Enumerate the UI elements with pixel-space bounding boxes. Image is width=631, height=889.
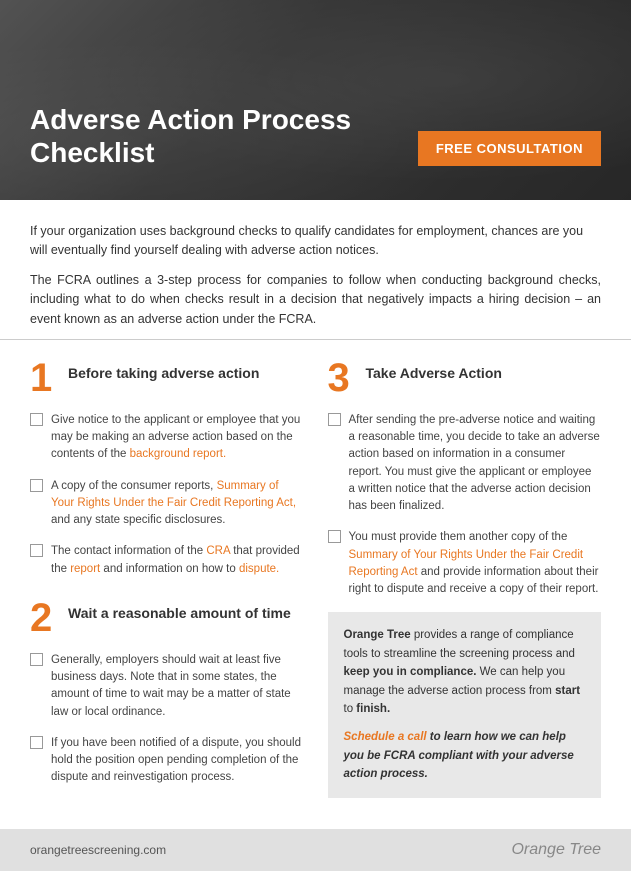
- section1-item-1: Give notice to the applicant or employee…: [30, 412, 304, 464]
- checkbox-1[interactable]: [30, 413, 43, 426]
- hero-title: Adverse Action Process Checklist: [30, 103, 351, 170]
- section1-number: 1: [30, 358, 58, 398]
- checkbox-7[interactable]: [328, 530, 341, 543]
- schedule-link[interactable]: Schedule a call: [344, 731, 427, 743]
- section2-item-1-text: Generally, employers should wait at leas…: [51, 652, 304, 721]
- intro-paragraph-1: If your organization uses background che…: [30, 222, 601, 261]
- section1-item-2: A copy of the consumer reports, Summary …: [30, 478, 304, 530]
- section3-item-2: You must provide them another copy of th…: [328, 529, 602, 598]
- free-consultation-button[interactable]: FREE CONSULTATION: [418, 131, 601, 166]
- hero-section: Adverse Action Process Checklist FREE CO…: [0, 0, 631, 200]
- main-content: 1 Before taking adverse action Give noti…: [0, 358, 631, 811]
- right-column: 3 Take Adverse Action After sending the …: [328, 358, 602, 801]
- section1-header: 1 Before taking adverse action: [30, 358, 304, 398]
- section2-item-2: If you have been notified of a dispute, …: [30, 735, 304, 787]
- section2-header: 2 Wait a reasonable amount of time: [30, 598, 304, 638]
- section1-title: Before taking adverse action: [68, 358, 259, 382]
- section3-item-1-text: After sending the pre-adverse notice and…: [349, 412, 602, 516]
- hero-content: Adverse Action Process Checklist FREE CO…: [0, 0, 631, 200]
- section3-header: 3 Take Adverse Action: [328, 358, 602, 398]
- footer-brand: Orange Tree: [511, 841, 601, 859]
- checkbox-5[interactable]: [30, 736, 43, 749]
- section1-item-2-text: A copy of the consumer reports, Summary …: [51, 478, 304, 530]
- section3-title: Take Adverse Action: [366, 358, 502, 382]
- left-column: 1 Before taking adverse action Give noti…: [30, 358, 304, 801]
- info-box-body: Orange Tree provides a range of complian…: [344, 626, 586, 718]
- footer-website: orangetreescreening.com: [30, 843, 166, 857]
- info-box: Orange Tree provides a range of complian…: [328, 612, 602, 797]
- intro-paragraph-2: The FCRA outlines a 3-step process for c…: [30, 271, 601, 329]
- section2-item-1: Generally, employers should wait at leas…: [30, 652, 304, 721]
- checkbox-4[interactable]: [30, 653, 43, 666]
- section1-item-3: The contact information of the CRA that …: [30, 543, 304, 578]
- section1-item-3-text: The contact information of the CRA that …: [51, 543, 304, 578]
- section2-item-2-text: If you have been notified of a dispute, …: [51, 735, 304, 787]
- section3-number: 3: [328, 358, 356, 398]
- section3-item-1: After sending the pre-adverse notice and…: [328, 412, 602, 516]
- footer: orangetreescreening.com Orange Tree: [0, 829, 631, 871]
- section2-number: 2: [30, 598, 58, 638]
- section2-title: Wait a reasonable amount of time: [68, 598, 291, 622]
- section1-item-1-text: Give notice to the applicant or employee…: [51, 412, 304, 464]
- checkbox-2[interactable]: [30, 479, 43, 492]
- section3-item-2-text: You must provide them another copy of th…: [349, 529, 602, 598]
- info-box-cta: Schedule a call to learn how we can help…: [344, 728, 586, 783]
- checkbox-3[interactable]: [30, 544, 43, 557]
- checkbox-6[interactable]: [328, 413, 341, 426]
- intro-section: If your organization uses background che…: [0, 200, 631, 340]
